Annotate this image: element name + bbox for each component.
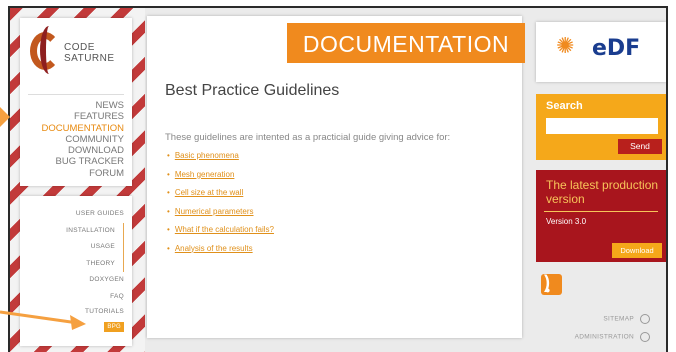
nav-item-bug-tracker[interactable]: BUG TRACKER bbox=[41, 156, 124, 167]
logo-text-line1: CODE bbox=[64, 42, 95, 53]
subnav-usage[interactable]: USAGE bbox=[66, 239, 124, 256]
subnav-faq[interactable]: FAQ bbox=[66, 289, 124, 306]
gear-icon bbox=[640, 332, 650, 342]
link-mesh-generation[interactable]: Mesh generation bbox=[175, 170, 235, 179]
doc-subnav: USER GUIDES INSTALLATION USAGE THEORY DO… bbox=[66, 206, 124, 336]
send-button[interactable]: Send bbox=[618, 139, 662, 154]
list-item: • Mesh generation bbox=[167, 169, 235, 179]
documentation-subnav-panel: USER GUIDES INSTALLATION USAGE THEORY DO… bbox=[20, 196, 132, 346]
subnav-user-guides[interactable]: USER GUIDES bbox=[66, 206, 124, 223]
download-button[interactable]: Download bbox=[612, 243, 662, 258]
footer-sitemap[interactable]: SITEMAP bbox=[603, 314, 650, 324]
sitemap-icon bbox=[640, 314, 650, 324]
list-item: • Basic phenomena bbox=[167, 151, 239, 160]
divider bbox=[28, 94, 124, 95]
search-input[interactable] bbox=[546, 118, 658, 134]
nav-item-forum[interactable]: FORUM bbox=[41, 168, 124, 179]
subnav-bpg[interactable]: BPG bbox=[104, 322, 124, 332]
main-nav: NEWS FEATURES DOCUMENTATION COMMUNITY DO… bbox=[41, 100, 124, 179]
list-item: • Analysis of the results bbox=[167, 243, 253, 253]
subnav-installation[interactable]: INSTALLATION bbox=[66, 222, 124, 239]
subnav-doxygen[interactable]: DOXYGEN bbox=[66, 272, 124, 289]
logo-s-icon bbox=[40, 26, 58, 74]
nav-item-documentation[interactable]: DOCUMENTATION bbox=[41, 123, 124, 134]
nav-item-news[interactable]: NEWS bbox=[41, 100, 125, 111]
list-item: • Numerical parameters bbox=[167, 206, 254, 216]
link-calculation-fails[interactable]: What if the calculation fails? bbox=[175, 225, 274, 234]
search-label: Search bbox=[546, 100, 583, 112]
rss-icon[interactable]: ● ) bbox=[541, 272, 562, 295]
nav-item-features[interactable]: FEATURES bbox=[41, 111, 124, 122]
intro-text: These guidelines are intented as a pract… bbox=[165, 132, 451, 143]
edf-sun-icon: ✺ bbox=[556, 33, 575, 58]
main-content: Best Practice Guidelines These guideline… bbox=[147, 16, 522, 338]
edf-logo-panel: ✺ eDF bbox=[536, 22, 666, 82]
nav-item-community[interactable]: COMMUNITY bbox=[41, 134, 124, 145]
link-cell-size[interactable]: Cell size at the wall bbox=[175, 188, 243, 197]
release-title: The latest production version bbox=[546, 178, 659, 206]
divider bbox=[544, 211, 658, 212]
list-item: • Cell size at the wall bbox=[167, 188, 244, 197]
code-saturne-logo[interactable]: CODE SATURNE bbox=[26, 24, 126, 82]
edf-logo-text[interactable]: eDF bbox=[592, 36, 640, 61]
search-box: Search Send bbox=[536, 94, 666, 160]
guideline-links: • Basic phenomena • Mesh generation • Cell … bbox=[167, 151, 274, 262]
sidebar-logo-panel: CODE SATURNE NEWS FEATURES DOCUMENTATION… bbox=[20, 18, 132, 186]
link-numerical-parameters[interactable]: Numerical parameters bbox=[175, 207, 254, 216]
logo-text-line2: SATURNE bbox=[64, 53, 115, 64]
nav-item-download[interactable]: DOWNLOAD bbox=[41, 145, 124, 156]
latest-release-box: The latest production version Version 3.… bbox=[536, 170, 666, 262]
release-version: Version 3.0 bbox=[546, 217, 587, 226]
footer-administration[interactable]: ADMINISTRATION bbox=[575, 332, 650, 342]
subnav-tutorials[interactable]: TUTORIALS bbox=[66, 305, 124, 319]
list-item: • What if the calculation fails? bbox=[167, 225, 274, 234]
link-basic-phenomena[interactable]: Basic phenomena bbox=[175, 151, 239, 160]
documentation-banner: DOCUMENTATION bbox=[287, 23, 525, 63]
subnav-theory[interactable]: THEORY bbox=[66, 255, 124, 272]
page-title: Best Practice Guidelines bbox=[165, 82, 340, 99]
link-analysis-results[interactable]: Analysis of the results bbox=[175, 244, 253, 253]
